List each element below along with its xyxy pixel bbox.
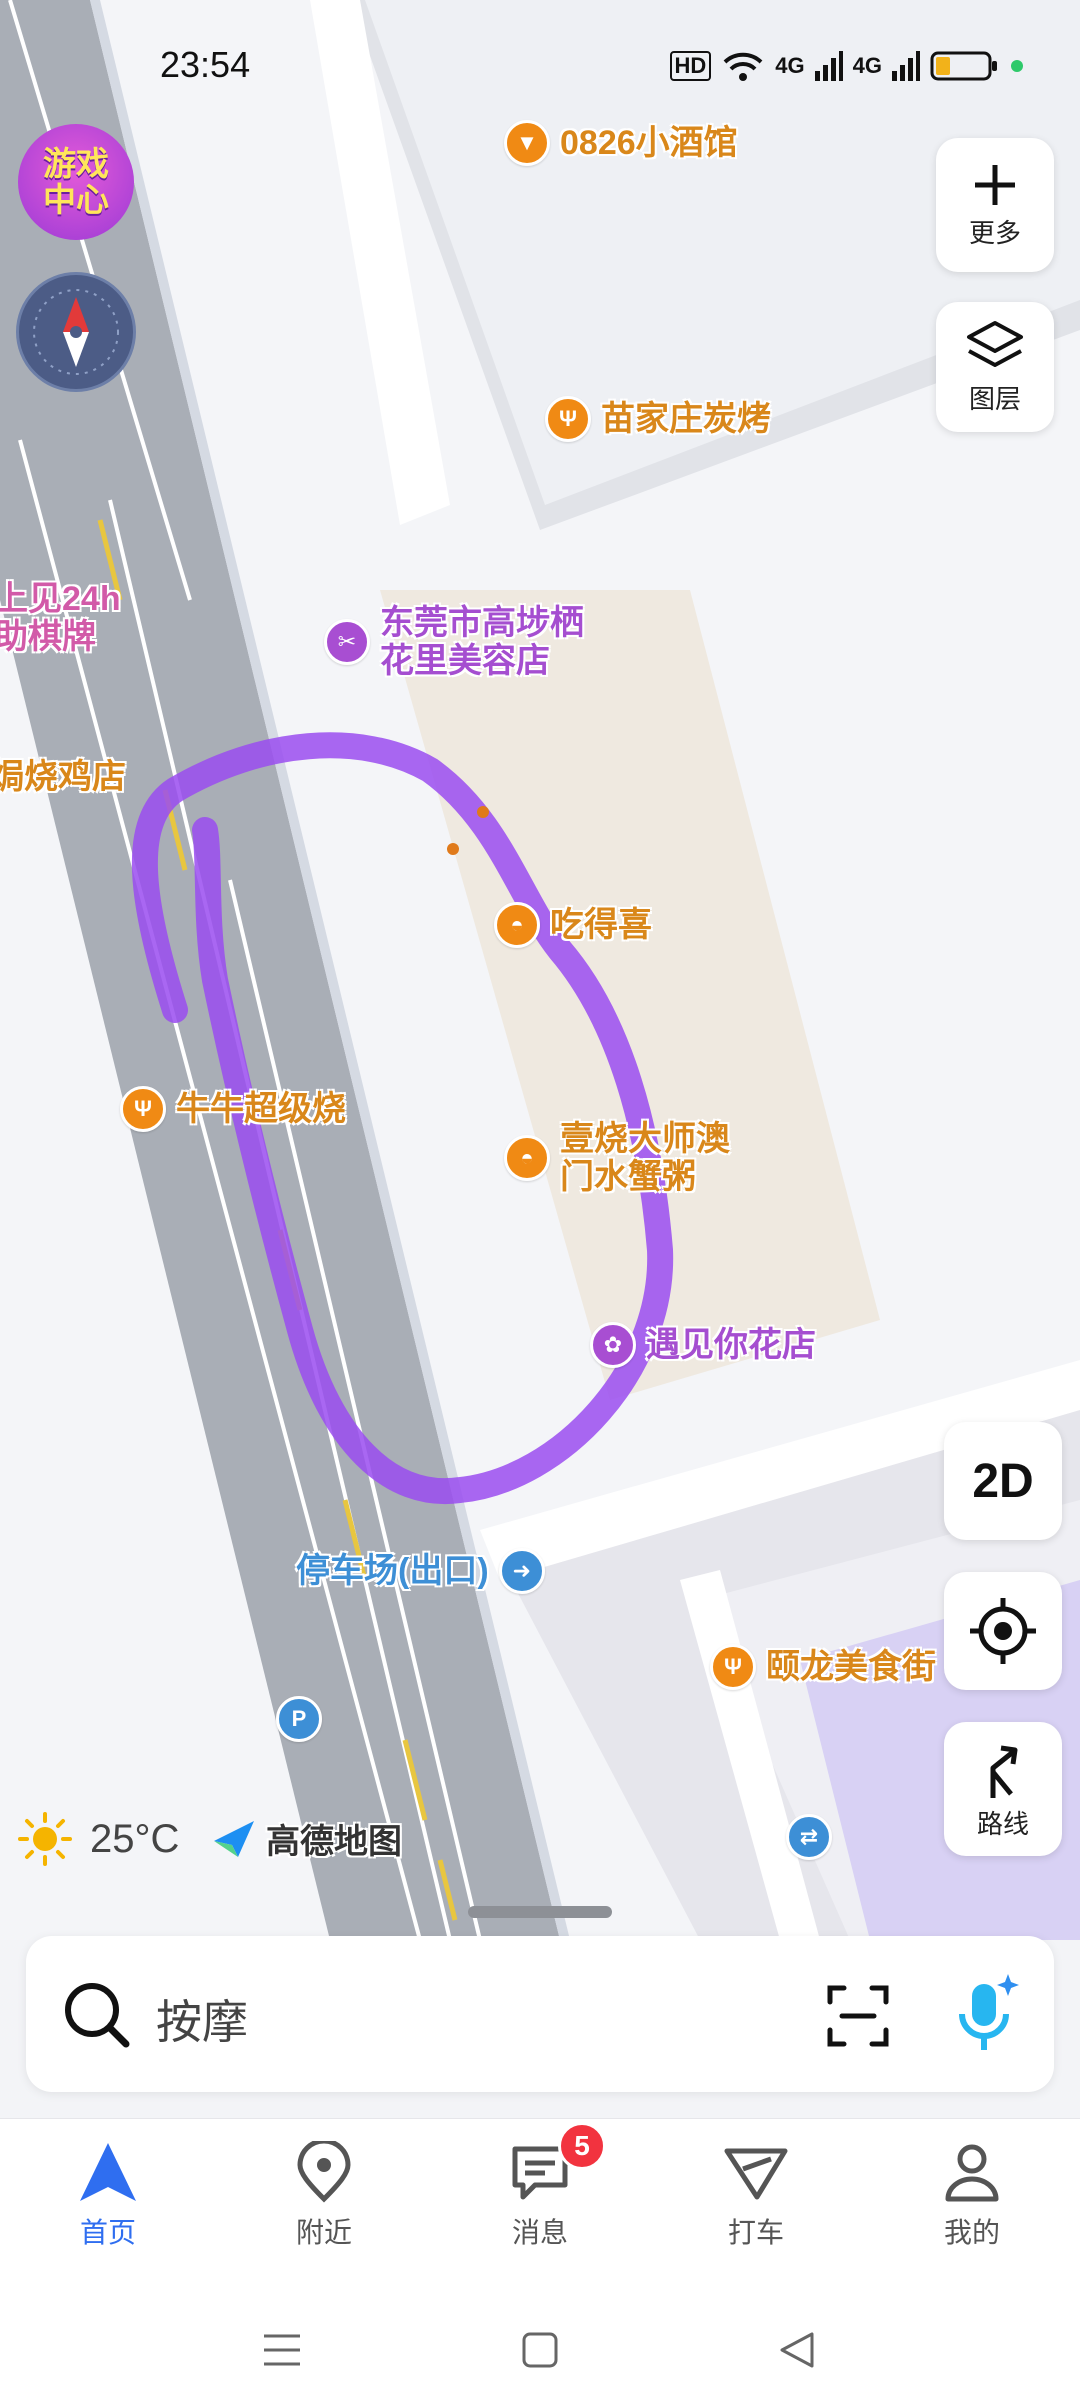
- parking-marker[interactable]: P: [276, 1696, 322, 1742]
- more-button[interactable]: 更多: [936, 138, 1054, 272]
- poi-food-street[interactable]: Ψ 颐龙美食街: [710, 1644, 936, 1690]
- messages-badge: 5: [558, 2122, 606, 2170]
- restaurant-icon: Ψ: [120, 1086, 166, 1132]
- system-nav-bar: [0, 2280, 1080, 2400]
- wifi-icon: [723, 52, 763, 81]
- poi-parking-exit[interactable]: 停车场(出口) ➜: [296, 1548, 545, 1594]
- poi-bar[interactable]: ▼ 0826小酒馆: [504, 120, 738, 166]
- dot-indicator-icon: [1011, 60, 1023, 72]
- compass-button[interactable]: [16, 272, 136, 392]
- tab-taxi[interactable]: 打车: [676, 2141, 836, 2251]
- taxi-icon: [724, 2148, 788, 2200]
- poi-niuniu[interactable]: Ψ 牛牛超级烧: [120, 1086, 346, 1132]
- map-view[interactable]: ▼ 0826小酒馆 Ψ 苗家庄炭烤 ✂ 东莞市高埗栖 花里美容店 上见24h 助棋牌…: [0, 0, 1080, 1940]
- layers-button[interactable]: 图层: [936, 302, 1054, 432]
- navigation-arrow-icon: [80, 2143, 136, 2201]
- locate-icon: [970, 1598, 1036, 1664]
- tab-profile[interactable]: 我的: [892, 2141, 1052, 2251]
- amap-logo-icon: [214, 1820, 254, 1857]
- weather-widget[interactable]: 25°C: [18, 1812, 179, 1866]
- entrance-marker[interactable]: ⇄: [786, 1814, 832, 1860]
- drag-handle[interactable]: [468, 1906, 612, 1918]
- flower-icon: ✿: [590, 1322, 636, 1368]
- scissors-icon: ✂: [324, 619, 370, 665]
- poi-flower-shop[interactable]: ✿ 遇见你花店: [590, 1322, 816, 1368]
- building-block: [380, 590, 880, 1400]
- signal-4g-icon: 4G: [775, 53, 805, 78]
- tab-home[interactable]: 首页: [28, 2141, 188, 2251]
- compass-icon: [33, 289, 119, 375]
- parking-icon: P: [276, 1696, 322, 1742]
- tab-nearby[interactable]: 附近: [244, 2141, 404, 2251]
- poi-beauty-salon[interactable]: ✂ 东莞市高埗栖 花里美容店: [324, 604, 584, 680]
- amap-logo: 高德地图: [212, 1814, 402, 1863]
- bottom-tab-bar: 首页 附近 消息 打车 我的: [0, 2118, 1080, 2280]
- signal-bars-icon-2: [892, 51, 920, 81]
- search-icon: [65, 1983, 130, 2048]
- signal-4g-icon-2: 4G: [852, 53, 882, 78]
- profile-icon: [945, 2144, 999, 2202]
- home-square-icon[interactable]: [522, 2332, 558, 2368]
- menu-icon[interactable]: [262, 2332, 302, 2368]
- voice-mic-icon[interactable]: [946, 1970, 1026, 2060]
- battery-icon: [930, 51, 997, 81]
- location-pin-icon: [297, 2141, 351, 2203]
- sun-icon: [18, 1812, 72, 1866]
- game-center-button[interactable]: 游戏 中心: [18, 124, 134, 240]
- poi-bbq-miao[interactable]: Ψ 苗家庄炭烤: [545, 396, 771, 442]
- poi-chess-room[interactable]: 上见24h 助棋牌: [0, 580, 121, 656]
- bowl-icon: ◓: [504, 1135, 550, 1181]
- route-icon: [990, 1745, 1018, 1798]
- poi-chicken-shop[interactable]: 焗烧鸡店: [0, 758, 126, 796]
- status-time: 23:54: [160, 44, 251, 85]
- back-icon[interactable]: [778, 2330, 816, 2370]
- drink-icon: ▼: [504, 120, 550, 166]
- poi-chidexi[interactable]: ◓ 吃得喜: [494, 902, 652, 948]
- bowl-icon: ◓: [494, 902, 540, 948]
- search-input[interactable]: 按摩: [156, 1986, 248, 2052]
- poi-congee[interactable]: ◓ 壹烧大师澳 门水蟹粥: [504, 1120, 730, 1196]
- exit-icon: ➜: [498, 1548, 545, 1594]
- route-button[interactable]: 路线: [944, 1722, 1062, 1856]
- entrance-icon: ⇄: [786, 1814, 832, 1860]
- search-card[interactable]: 按摩: [26, 1936, 1054, 2092]
- locate-button[interactable]: [944, 1572, 1062, 1690]
- signal-bars-icon: [814, 51, 843, 81]
- scan-icon[interactable]: [826, 1984, 890, 2048]
- restaurant-icon: Ψ: [545, 396, 591, 442]
- 2d-mode-button[interactable]: 2D: [944, 1422, 1062, 1540]
- plus-icon: [975, 164, 1015, 205]
- status-icons: HD 4G 4G: [669, 50, 1025, 82]
- hd-icon: HD: [669, 51, 712, 81]
- restaurant-icon: Ψ: [710, 1644, 756, 1690]
- layers-icon: [967, 320, 1023, 367]
